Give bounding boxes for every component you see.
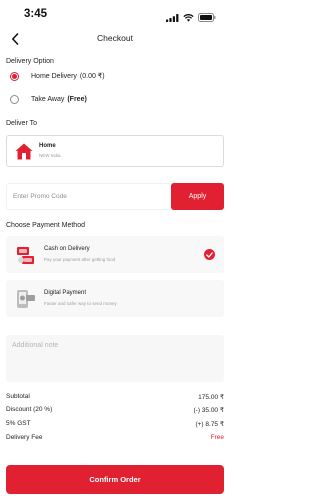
address-title: Home xyxy=(39,143,56,149)
apply-promo-button[interactable]: Apply xyxy=(171,183,224,210)
delivery-option-title: Delivery Option xyxy=(6,58,54,65)
check-icon xyxy=(204,249,215,260)
promo-code-input[interactable] xyxy=(7,184,171,209)
discount-value: (-) 35.00 ₹ xyxy=(193,407,224,414)
payment-option-subtitle: Faster and safer way to send money xyxy=(44,301,117,306)
delivery-option-price: (Free) xyxy=(67,95,87,103)
delivery-option-takeaway[interactable]: Take Away (Free) xyxy=(10,93,87,105)
address-card[interactable]: Home NEW India xyxy=(6,135,224,167)
summary-discount: Discount (20 %) (-) 35.00 ₹ xyxy=(6,406,224,414)
delivery-option-label: Home Delivery xyxy=(31,72,77,80)
status-time: 3:45 xyxy=(24,8,48,20)
subtotal-label: Subtotal xyxy=(6,393,30,400)
delivery-option-home[interactable]: Home Delivery (0.00 ₹) xyxy=(10,70,105,82)
delivery-option-label: Take Away xyxy=(31,95,65,103)
gst-value: (+) 8.75 ₹ xyxy=(195,421,224,428)
status-icons xyxy=(166,9,216,27)
delivery-option-price: (0.00 ₹) xyxy=(79,73,105,80)
battery-icon xyxy=(198,9,216,27)
gst-label: 5% GST xyxy=(6,420,31,427)
summary-delivery-fee: Delivery Fee Free xyxy=(6,434,224,441)
payment-option-title: Cash on Delivery xyxy=(44,246,90,252)
home-icon xyxy=(15,143,33,165)
payment-method-title: Choose Payment Method xyxy=(6,222,85,229)
nav-bar: Checkout xyxy=(0,28,230,50)
promo-code-field: Apply xyxy=(6,183,224,210)
status-bar: 3:45 xyxy=(0,0,230,28)
payment-option-subtitle: Pay your payment after getting food xyxy=(44,257,116,262)
additional-note-input[interactable] xyxy=(6,335,224,382)
payment-option-digital[interactable]: Digital Payment Faster and safer way to … xyxy=(6,280,224,317)
summary-gst: 5% GST (+) 8.75 ₹ xyxy=(6,420,224,428)
discount-label: Discount (20 %) xyxy=(6,406,53,413)
summary-subtotal: Subtotal 175.00 ₹ xyxy=(6,393,224,401)
radio-unselected-icon[interactable] xyxy=(10,94,19,104)
subtotal-value: 175.00 ₹ xyxy=(198,394,224,401)
page-title: Checkout xyxy=(97,33,133,43)
delivery-fee-value: Free xyxy=(210,434,224,441)
payment-option-cash[interactable]: Cash on Delivery Pay your payment after … xyxy=(6,236,224,273)
digital-payment-icon xyxy=(16,288,36,315)
deliver-to-title: Deliver To xyxy=(6,120,37,127)
payment-option-title: Digital Payment xyxy=(44,290,87,296)
signal-icon xyxy=(166,9,179,27)
cash-icon xyxy=(16,244,36,271)
wifi-icon xyxy=(183,9,194,27)
delivery-fee-label: Delivery Fee xyxy=(6,434,43,441)
confirm-order-button[interactable]: Confirm Order xyxy=(6,465,224,494)
radio-selected-icon[interactable] xyxy=(10,71,19,81)
address-subtitle: NEW India xyxy=(39,153,61,158)
